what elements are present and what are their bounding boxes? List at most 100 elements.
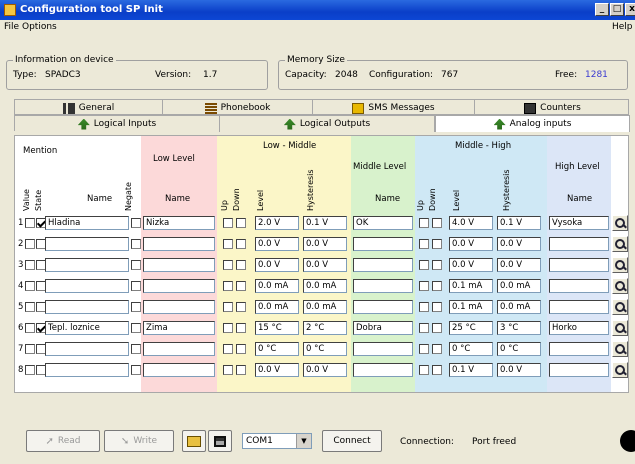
lm-level-field[interactable]: 0 °C	[255, 342, 299, 356]
mid-name-field[interactable]	[353, 363, 413, 377]
low-name-field[interactable]	[143, 237, 215, 251]
lm-up-checkbox[interactable]	[223, 260, 233, 270]
mh-down-checkbox[interactable]	[432, 365, 442, 375]
tab-logical-inputs[interactable]: Logical Inputs	[15, 116, 220, 132]
lm-up-checkbox[interactable]	[223, 239, 233, 249]
chevron-down-icon[interactable]: ▼	[296, 434, 311, 448]
save-button[interactable]	[208, 430, 232, 452]
write-button[interactable]: ➘ Write	[104, 430, 174, 452]
mh-down-checkbox[interactable]	[432, 323, 442, 333]
mh-hyst-field[interactable]: 0.0 V	[497, 363, 541, 377]
mh-level-field[interactable]: 25 °C	[449, 321, 493, 335]
mh-level-field[interactable]: 0.0 V	[449, 258, 493, 272]
high-name-field[interactable]	[549, 258, 609, 272]
mh-down-checkbox[interactable]	[432, 260, 442, 270]
low-name-field[interactable]	[143, 342, 215, 356]
tab-phonebook[interactable]: Phonebook	[163, 100, 313, 116]
tab-counters[interactable]: Counters	[475, 100, 630, 116]
mh-level-field[interactable]: 0.1 mA	[449, 300, 493, 314]
tab-general[interactable]: General	[15, 100, 163, 116]
magnifier-icon[interactable]	[612, 320, 628, 336]
menu-file[interactable]: File	[4, 22, 19, 32]
name-field[interactable]	[45, 342, 129, 356]
value-checkbox[interactable]	[25, 344, 35, 354]
port-select[interactable]: COM1 ▼	[242, 433, 312, 449]
magnifier-icon[interactable]	[612, 236, 628, 252]
mh-up-checkbox[interactable]	[419, 323, 429, 333]
high-name-field[interactable]	[549, 279, 609, 293]
mid-name-field[interactable]	[353, 300, 413, 314]
name-field[interactable]: Tepl. loznice	[45, 321, 129, 335]
magnifier-icon[interactable]	[612, 257, 628, 273]
lm-hyst-field[interactable]: 0.0 V	[303, 363, 347, 377]
lm-down-checkbox[interactable]	[236, 260, 246, 270]
lm-down-checkbox[interactable]	[236, 365, 246, 375]
mh-up-checkbox[interactable]	[419, 260, 429, 270]
magnifier-icon[interactable]	[612, 278, 628, 294]
negate-checkbox[interactable]	[131, 239, 141, 249]
mh-hyst-field[interactable]: 0.0 mA	[497, 279, 541, 293]
negate-checkbox[interactable]	[131, 260, 141, 270]
lm-hyst-field[interactable]: 0 °C	[303, 342, 347, 356]
mh-hyst-field[interactable]: 0.1 V	[497, 216, 541, 230]
lm-level-field[interactable]: 2.0 V	[255, 216, 299, 230]
lm-level-field[interactable]: 0.0 V	[255, 363, 299, 377]
menu-options[interactable]: Options	[22, 22, 57, 32]
high-name-field[interactable]: Vysoka	[549, 216, 609, 230]
mh-hyst-field[interactable]: 0.0 V	[497, 258, 541, 272]
lm-hyst-field[interactable]: 0.0 mA	[303, 279, 347, 293]
lm-up-checkbox[interactable]	[223, 218, 233, 228]
lm-up-checkbox[interactable]	[223, 323, 233, 333]
negate-checkbox[interactable]	[131, 281, 141, 291]
lm-up-checkbox[interactable]	[223, 365, 233, 375]
mh-up-checkbox[interactable]	[419, 302, 429, 312]
magnifier-icon[interactable]	[612, 362, 628, 378]
lm-level-field[interactable]: 0.0 V	[255, 237, 299, 251]
lm-down-checkbox[interactable]	[236, 344, 246, 354]
value-checkbox[interactable]	[25, 281, 35, 291]
maximize-button[interactable]: □	[610, 3, 624, 16]
magnifier-icon[interactable]	[612, 341, 628, 357]
lm-hyst-field[interactable]: 0.0 mA	[303, 300, 347, 314]
magnifier-icon[interactable]	[612, 215, 628, 231]
high-name-field[interactable]	[549, 363, 609, 377]
mh-down-checkbox[interactable]	[432, 281, 442, 291]
negate-checkbox[interactable]	[131, 218, 141, 228]
lm-down-checkbox[interactable]	[236, 218, 246, 228]
lm-down-checkbox[interactable]	[236, 239, 246, 249]
low-name-field[interactable]	[143, 363, 215, 377]
lm-hyst-field[interactable]: 0.0 V	[303, 258, 347, 272]
magnifier-icon[interactable]	[612, 299, 628, 315]
negate-checkbox[interactable]	[131, 365, 141, 375]
negate-checkbox[interactable]	[131, 323, 141, 333]
name-field[interactable]	[45, 300, 129, 314]
lm-up-checkbox[interactable]	[223, 302, 233, 312]
lm-level-field[interactable]: 0.0 mA	[255, 300, 299, 314]
mh-hyst-field[interactable]: 0 °C	[497, 342, 541, 356]
lm-down-checkbox[interactable]	[236, 281, 246, 291]
menu-help[interactable]: Help	[612, 22, 633, 32]
mh-level-field[interactable]: 0 °C	[449, 342, 493, 356]
open-button[interactable]	[182, 430, 206, 452]
tab-analog-inputs[interactable]: Analog inputs	[435, 115, 630, 132]
mh-down-checkbox[interactable]	[432, 218, 442, 228]
name-field[interactable]	[45, 237, 129, 251]
mh-up-checkbox[interactable]	[419, 239, 429, 249]
value-checkbox[interactable]	[25, 260, 35, 270]
low-name-field[interactable]	[143, 300, 215, 314]
mh-up-checkbox[interactable]	[419, 365, 429, 375]
lm-level-field[interactable]: 0.0 V	[255, 258, 299, 272]
mh-level-field[interactable]: 0.1 mA	[449, 279, 493, 293]
value-checkbox[interactable]	[25, 365, 35, 375]
mid-name-field[interactable]: Dobra	[353, 321, 413, 335]
minimize-button[interactable]: _	[595, 3, 609, 16]
low-name-field[interactable]	[143, 279, 215, 293]
negate-checkbox[interactable]	[131, 302, 141, 312]
mh-down-checkbox[interactable]	[432, 239, 442, 249]
mh-up-checkbox[interactable]	[419, 344, 429, 354]
tab-sms-messages[interactable]: SMS Messages	[313, 100, 475, 116]
name-field[interactable]	[45, 279, 129, 293]
low-name-field[interactable]	[143, 258, 215, 272]
mid-name-field[interactable]: OK	[353, 216, 413, 230]
high-name-field[interactable]	[549, 342, 609, 356]
